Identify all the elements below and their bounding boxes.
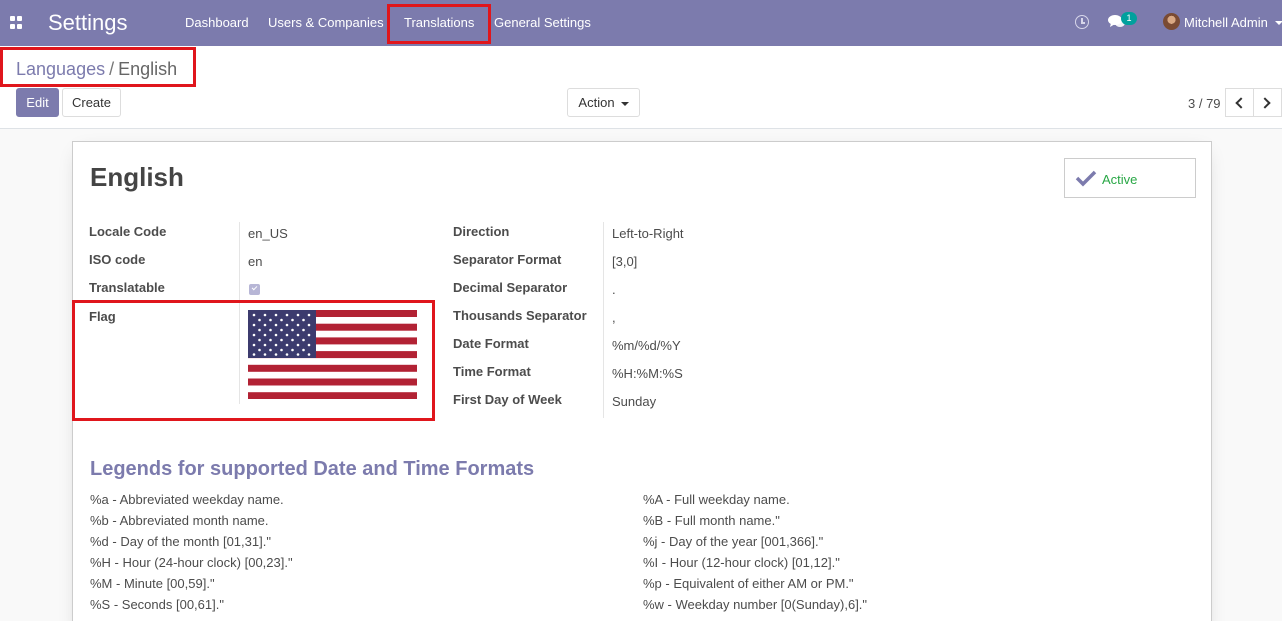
value-date-format: %m/%d/%Y (612, 338, 681, 353)
app-title: Settings (48, 10, 128, 35)
legend-item: %p - Equivalent of either AM or PM." (643, 576, 854, 591)
pager-next-button[interactable] (1253, 88, 1282, 117)
record-title: English (90, 162, 184, 192)
legend-item: %d - Day of the month [01,31]." (90, 534, 271, 549)
value-locale-code: en_US (248, 226, 288, 241)
legends-title: Legends for supported Date and Time Form… (90, 458, 535, 480)
pager-value[interactable]: 3 / 79 (1188, 96, 1221, 111)
caret-down-icon (620, 101, 629, 106)
label-separator-format: Separator Format (453, 252, 562, 267)
legend-item: %I - Hour (12-hour clock) [01,12]." (643, 555, 840, 570)
value-decimal-separator: . (612, 282, 616, 297)
value-separator-format: [3,0] (612, 254, 638, 269)
highlight-flag (72, 300, 435, 421)
create-button[interactable]: Create (62, 88, 121, 117)
menu-users-companies[interactable]: Users & Companies (268, 15, 384, 30)
chat-badge: 1 (1121, 12, 1137, 25)
pager-previous-button[interactable] (1225, 88, 1254, 117)
chevron-left-icon (1235, 97, 1247, 109)
value-iso-code: en (248, 254, 263, 269)
label-first-day-of-week: First Day of Week (453, 392, 562, 407)
label-iso-code: ISO code (89, 252, 146, 267)
action-label: Action (578, 95, 615, 110)
legend-item: %j - Day of the year [001,366]." (643, 534, 824, 549)
value-first-day-of-week: Sunday (612, 394, 657, 409)
label-date-format: Date Format (453, 336, 529, 351)
edit-button[interactable]: Edit (16, 88, 59, 117)
right-group-divider (603, 222, 604, 418)
check-icon (1075, 170, 1097, 187)
user-menu[interactable]: Mitchell Admin (1184, 15, 1268, 30)
value-time-format: %H:%M:%S (612, 366, 683, 381)
label-locale-code: Locale Code (89, 224, 167, 239)
top-navbar: Settings Dashboard Users & Companies Tra… (0, 0, 1282, 46)
label-time-format: Time Format (453, 364, 531, 379)
menu-general-settings[interactable]: General Settings (494, 15, 591, 30)
value-thousands-separator: , (612, 310, 616, 325)
legend-item: %H - Hour (24-hour clock) [00,23]." (90, 555, 293, 570)
legend-item: %w - Weekday number [0(Sunday),6]." (643, 597, 868, 612)
active-label: Active (1102, 172, 1138, 187)
chevron-down-icon[interactable] (1275, 21, 1282, 25)
label-decimal-separator: Decimal Separator (453, 280, 568, 295)
clock-icon[interactable] (1075, 15, 1089, 29)
action-dropdown[interactable]: Action (567, 88, 640, 117)
avatar[interactable] (1163, 13, 1180, 30)
legend-item: %S - Seconds [00,61]." (90, 597, 224, 612)
legend-item: %M - Minute [00,59]." (90, 576, 215, 591)
legend-item: %a - Abbreviated weekday name. (90, 492, 284, 507)
value-direction: Left-to-Right (612, 226, 684, 241)
label-thousands-separator: Thousands Separator (453, 308, 587, 323)
highlight-breadcrumb (0, 47, 196, 87)
label-translatable: Translatable (89, 280, 165, 295)
legend-item: %b - Abbreviated month name. (90, 513, 269, 528)
active-toggle-button[interactable]: Active (1064, 158, 1196, 198)
highlight-translations (387, 4, 491, 44)
menu-dashboard[interactable]: Dashboard (185, 15, 249, 30)
chevron-right-icon (1259, 97, 1271, 109)
legend-item: %A - Full weekday name. (643, 492, 790, 507)
label-direction: Direction (453, 224, 510, 239)
apps-grid-icon[interactable] (10, 16, 23, 29)
translatable-checkbox (249, 284, 260, 295)
legend-item: %B - Full month name." (643, 513, 780, 528)
